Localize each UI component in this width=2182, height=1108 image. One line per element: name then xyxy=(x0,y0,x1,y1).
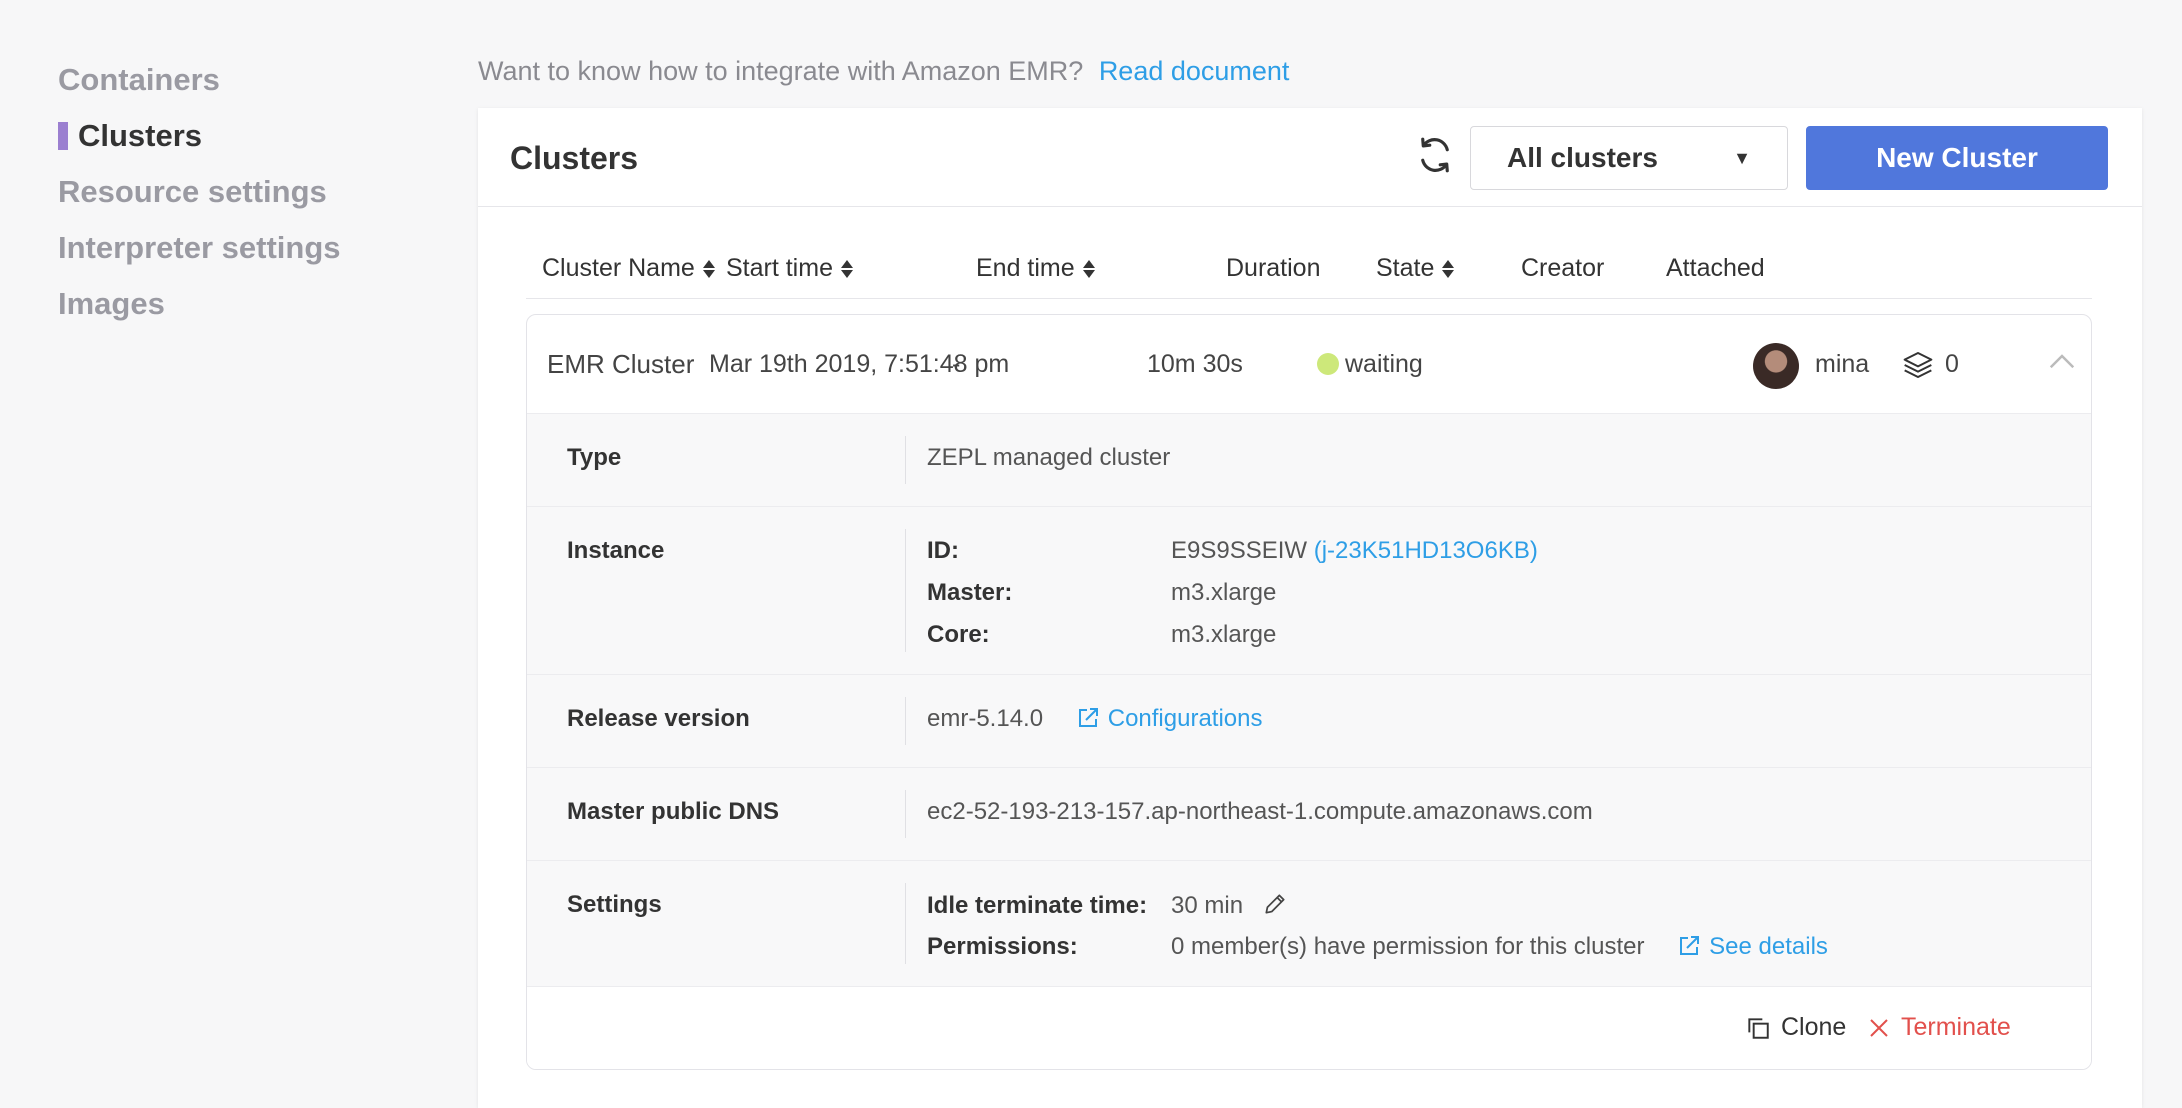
sidebar-item-resource-settings[interactable]: Resource settings xyxy=(58,164,341,220)
detail-label: Type xyxy=(567,444,622,471)
status-badge: waiting xyxy=(1317,350,1423,379)
detail-label: Settings xyxy=(567,891,662,918)
kv-key: ID: xyxy=(927,537,959,564)
kv-value: m3.xlarge xyxy=(1171,579,1277,606)
terminate-label: Terminate xyxy=(1901,1013,2011,1041)
sidebar-item-containers[interactable]: Containers xyxy=(58,52,341,108)
permissions: Permissions: 0 member(s) have permission … xyxy=(927,933,1828,961)
column-start-time[interactable]: Start time xyxy=(726,254,853,283)
column-duration: Duration xyxy=(1226,254,1321,283)
instance-id: ID: E9S9SSEIW (j-23K51HD13O6KB) xyxy=(927,537,1538,565)
detail-row-type: Type ZEPL managed cluster xyxy=(527,414,2091,507)
kv-value: 0 member(s) have permission for this clu… xyxy=(1171,933,1645,960)
detail-value: ec2-52-193-213-157.ap-northeast-1.comput… xyxy=(927,798,1593,825)
table-header: Cluster Name Start time End time Duratio… xyxy=(526,246,2092,299)
column-label: Cluster Name xyxy=(542,254,695,282)
hint-text: Want to know how to integrate with Amazo… xyxy=(478,56,1084,86)
page-title: Clusters xyxy=(510,140,639,176)
copy-icon xyxy=(1748,1017,1769,1039)
terminate-button[interactable]: Terminate xyxy=(1867,1013,2011,1042)
instance-core: Core: m3.xlarge xyxy=(927,621,1276,649)
column-state[interactable]: State xyxy=(1376,254,1455,283)
detail-row-instance: Instance ID: E9S9SSEIW (j-23K51HD13O6KB) … xyxy=(527,507,2091,675)
chevron-up-icon[interactable] xyxy=(2047,349,2077,373)
idle-terminate-time: Idle terminate time: 30 min xyxy=(927,891,1288,920)
start-time: Mar 19th 2019, 7:51:48 pm xyxy=(709,350,1010,378)
external-link-icon[interactable] xyxy=(1677,934,1701,958)
column-label: State xyxy=(1376,254,1435,282)
creator-name: mina xyxy=(1815,350,1870,378)
sort-icon xyxy=(1442,258,1455,280)
attached-count: 0 xyxy=(1945,350,1959,378)
sort-icon xyxy=(1082,258,1095,280)
external-link-icon[interactable] xyxy=(1076,706,1100,730)
instance-master: Master: m3.xlarge xyxy=(927,579,1276,607)
read-document-link[interactable]: Read document xyxy=(1099,56,1290,86)
column-label: End time xyxy=(976,254,1075,282)
clone-button[interactable]: Clone xyxy=(1745,1013,1846,1042)
column-label: Creator xyxy=(1521,254,1605,282)
detail-label: Instance xyxy=(567,537,665,564)
divider xyxy=(905,697,906,745)
divider xyxy=(905,529,906,652)
end-time: - xyxy=(952,350,961,378)
avatar xyxy=(1753,343,1799,389)
cluster-filter-value: All clusters xyxy=(1507,142,1658,173)
divider xyxy=(905,883,906,964)
duration: 10m 30s xyxy=(1147,350,1243,378)
kv-key: Master: xyxy=(927,579,1013,606)
pencil-icon[interactable] xyxy=(1262,891,1288,917)
table-row[interactable]: EMR Cluster Mar 19th 2019, 7:51:48 pm - … xyxy=(527,315,2091,414)
kv-key: Core: xyxy=(927,621,990,648)
clusters-panel: Clusters All clusters ▼ New Cluster Clus… xyxy=(478,108,2142,1108)
kv-key: Idle terminate time: xyxy=(927,892,1148,919)
column-attached: Attached xyxy=(1666,254,1765,283)
detail-value: ZEPL managed cluster xyxy=(927,444,1171,471)
new-cluster-button[interactable]: New Cluster xyxy=(1806,126,2108,190)
close-icon xyxy=(1870,1018,1888,1037)
cluster-filter-select[interactable]: All clusters ▼ xyxy=(1470,126,1788,190)
column-creator: Creator xyxy=(1521,254,1604,283)
sort-icon xyxy=(840,258,853,280)
panel-header: Clusters All clusters ▼ New Cluster xyxy=(478,108,2142,207)
configurations-link[interactable]: Configurations xyxy=(1108,705,1263,732)
divider xyxy=(905,436,906,484)
instance-id-link[interactable]: (j-23K51HD13O6KB) xyxy=(1314,537,1538,564)
sidebar-item-interpreter-settings[interactable]: Interpreter settings xyxy=(58,220,341,276)
kv-key: Permissions: xyxy=(927,933,1078,960)
sidebar: Containers Clusters Resource settings In… xyxy=(58,52,341,332)
column-cluster-name[interactable]: Cluster Name xyxy=(542,254,715,283)
column-end-time[interactable]: End time xyxy=(976,254,1095,283)
column-label: Start time xyxy=(726,254,833,282)
kv-value: 30 min xyxy=(1171,892,1244,919)
column-label: Attached xyxy=(1666,254,1765,282)
state-text: waiting xyxy=(1345,350,1423,378)
see-details-link[interactable]: See details xyxy=(1709,933,1828,960)
cluster-details: Type ZEPL managed cluster Instance ID: E9… xyxy=(527,414,2091,987)
integration-hint: Want to know how to integrate with Amazo… xyxy=(478,56,1289,87)
divider xyxy=(905,790,906,838)
column-label: Duration xyxy=(1226,254,1321,282)
caret-down-icon: ▼ xyxy=(1733,147,1751,168)
detail-label: Release version xyxy=(567,705,750,732)
refresh-icon[interactable] xyxy=(1414,134,1456,176)
clone-label: Clone xyxy=(1781,1013,1847,1041)
sidebar-item-images[interactable]: Images xyxy=(58,276,341,332)
kv-value: E9S9SSEIW xyxy=(1171,537,1308,564)
sort-icon xyxy=(702,258,715,280)
detail-row-release: Release version emr-5.14.0 Configuration… xyxy=(527,675,2091,768)
sidebar-item-clusters[interactable]: Clusters xyxy=(58,108,341,164)
cluster-card: EMR Cluster Mar 19th 2019, 7:51:48 pm - … xyxy=(526,314,2092,1070)
status-dot-icon xyxy=(1317,353,1339,375)
detail-label: Master public DNS xyxy=(567,798,780,825)
kv-value: m3.xlarge xyxy=(1171,621,1277,648)
release-version: emr-5.14.0 xyxy=(927,705,1044,732)
detail-value: emr-5.14.0 Configurations xyxy=(927,705,1263,733)
layers-icon xyxy=(1903,352,1933,378)
detail-row-dns: Master public DNS ec2-52-193-213-157.ap-… xyxy=(527,768,2091,861)
cluster-name: EMR Cluster xyxy=(547,349,695,379)
card-actions: Clone Terminate xyxy=(527,987,2091,1069)
detail-row-settings: Settings Idle terminate time: 30 min Perm… xyxy=(527,861,2091,987)
